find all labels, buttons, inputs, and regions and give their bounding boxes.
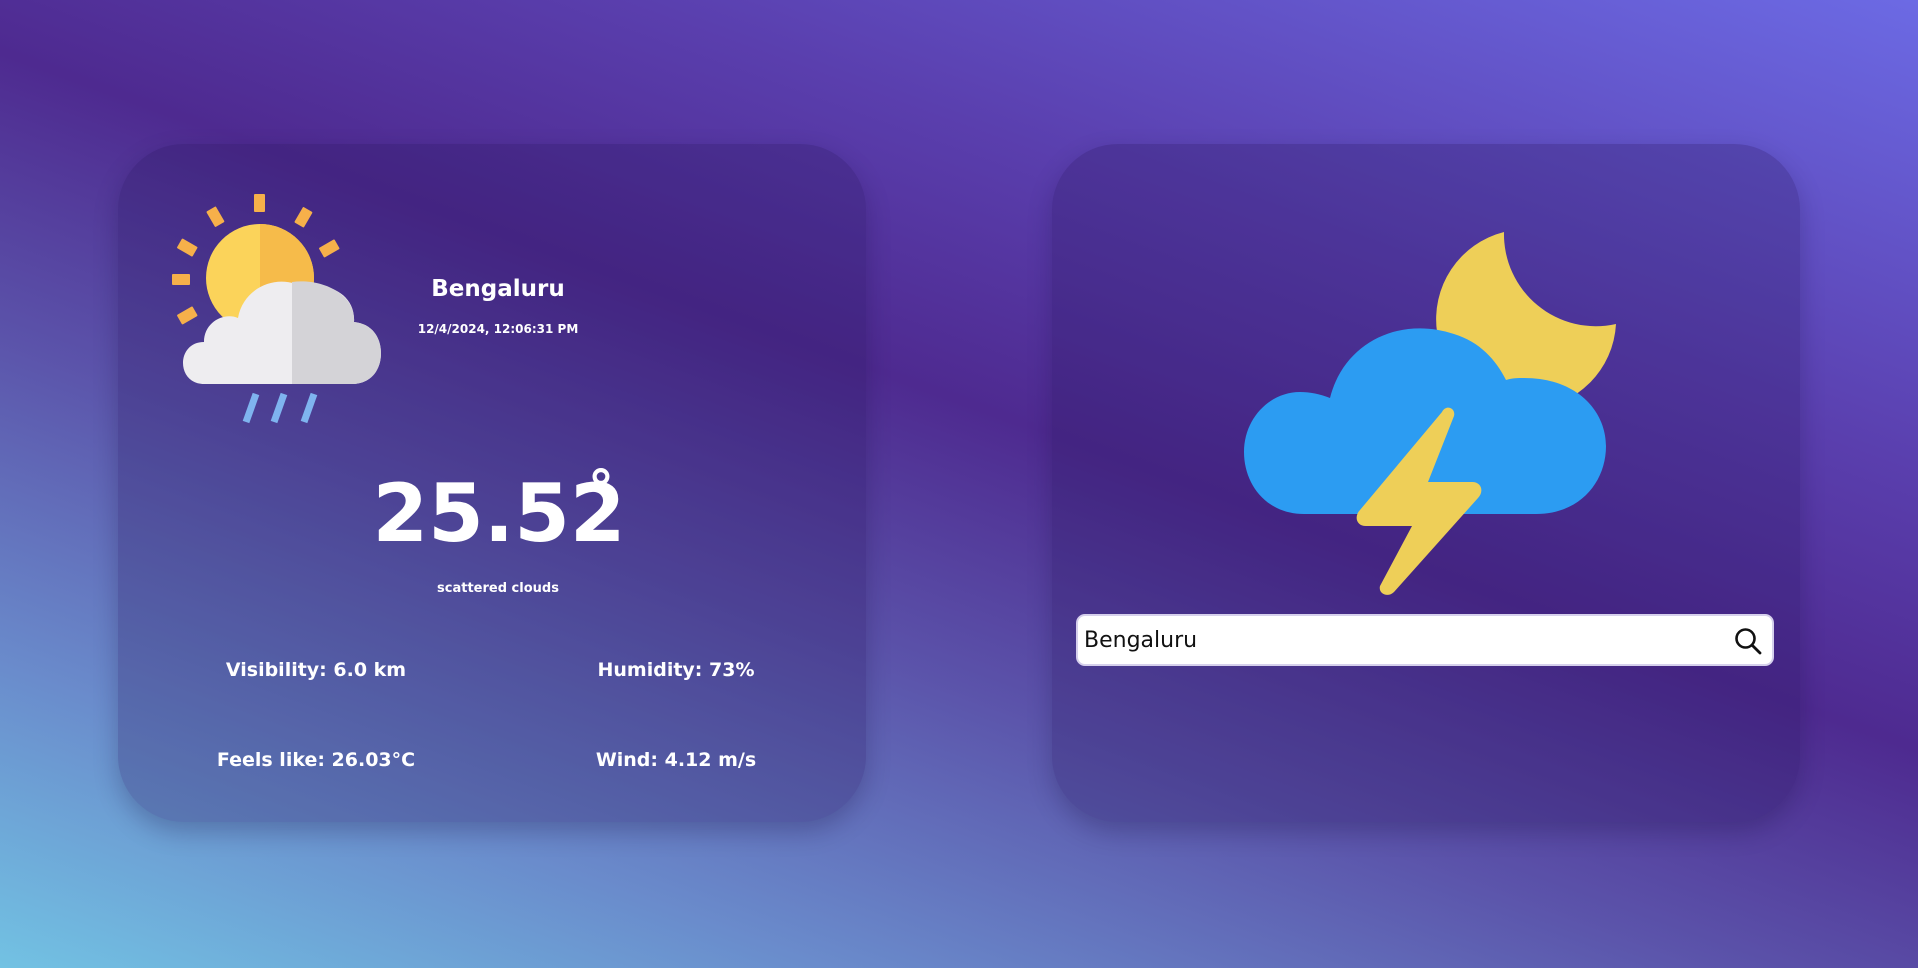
search-box [1076, 614, 1774, 666]
weather-description: scattered clouds [437, 581, 559, 596]
search-card [1052, 144, 1800, 822]
weather-details-card: Bengaluru 12/4/2024, 12:06:31 PM 25.52 °… [118, 144, 866, 822]
partly-cloudy-rain-icon [172, 194, 388, 424]
date-time: 12/4/2024, 12:06:31 PM [417, 322, 579, 336]
search-icon[interactable] [1734, 627, 1762, 655]
city-name: Bengaluru [431, 276, 565, 302]
degree-symbol: ° [588, 460, 614, 520]
visibility-stat: Visibility: 6.0 km [225, 659, 407, 681]
feels-like-stat: Feels like: 26.03°C [216, 749, 416, 771]
moon-cloud-lightning-icon [1244, 232, 1624, 602]
wind-stat: Wind: 4.12 m/s [595, 749, 757, 771]
humidity-stat: Humidity: 73% [597, 659, 755, 681]
city-search-input[interactable] [1084, 622, 1724, 658]
